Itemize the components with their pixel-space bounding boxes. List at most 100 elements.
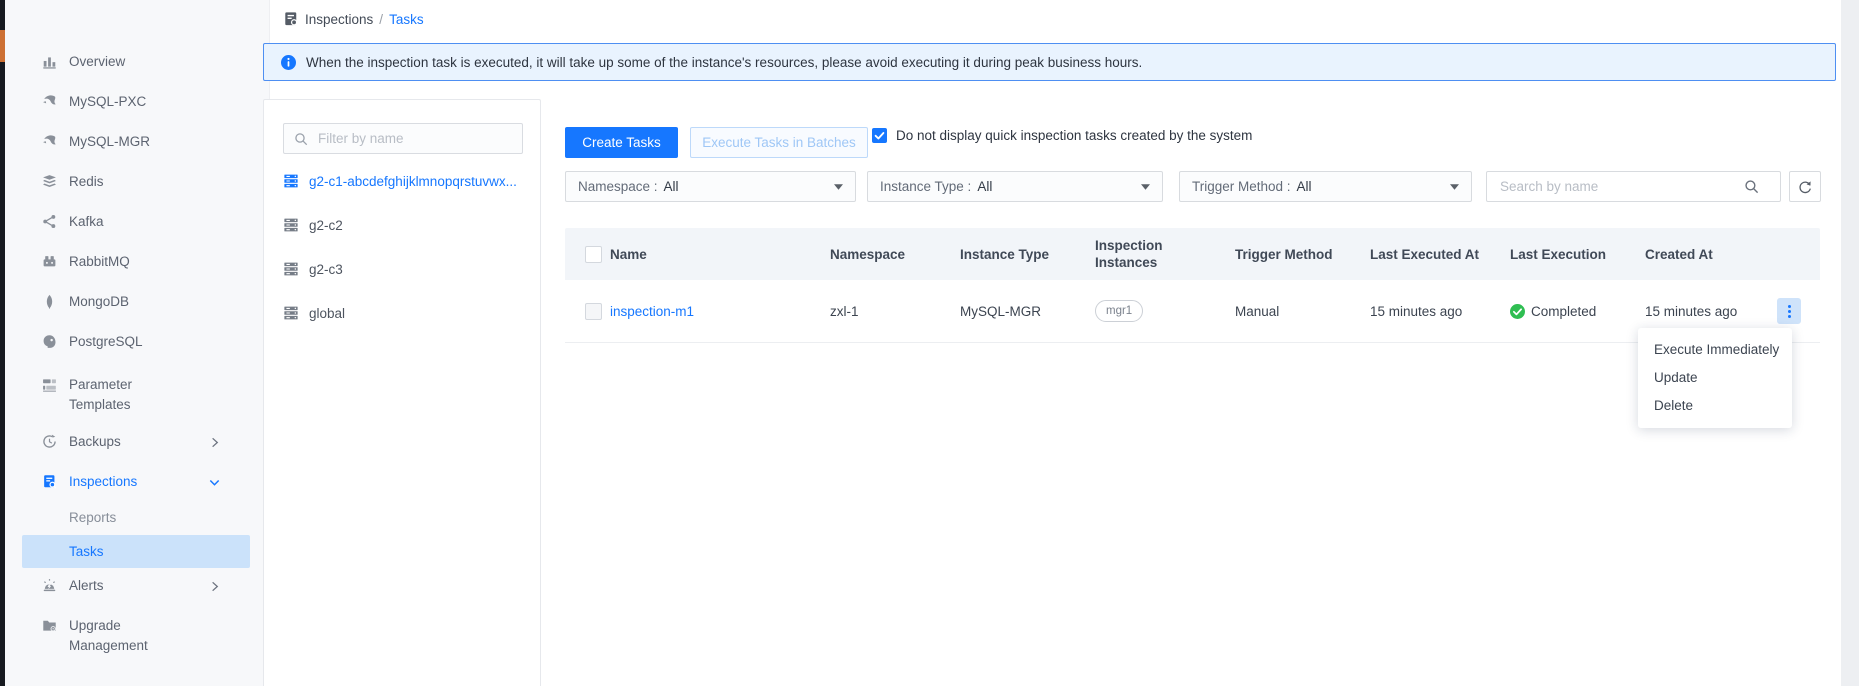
breadcrumb-separator: / [379,12,383,27]
cluster-panel: g2-c1-abcdefghijklmnopqrstuvwx... g2-c2 … [263,99,541,686]
task-last-execution-status: Completed [1510,304,1645,319]
task-instance-type: MySQL-MGR [960,304,1095,319]
page: { "colors": { "accent": "#1677ff", "succ… [0,0,1859,686]
select-all-checkbox[interactable] [585,246,602,263]
trigger-method-filter-dropdown[interactable]: Trigger Method : All [1179,171,1472,202]
menu-item-delete[interactable]: Delete [1638,392,1792,420]
status-text: Completed [1531,304,1596,319]
chevron-down-icon [208,476,221,489]
sidebar-item-label: PostgreSQL [69,329,177,352]
sidebar-item-label: Overview [69,49,177,72]
alarm-icon [42,578,58,594]
menu-item-update[interactable]: Update [1638,364,1792,392]
sidebar-item-postgresql[interactable]: PostgreSQL [5,329,269,355]
task-last-executed-at: 15 minutes ago [1370,304,1510,319]
namespace-filter-label: Namespace : [578,179,658,194]
check-icon [873,129,886,142]
instance-type-filter-label: Instance Type : [880,179,971,194]
namespace-filter-dropdown[interactable]: Namespace : All [565,171,856,202]
caret-down-icon [1450,184,1459,190]
hide-quick-tasks-checkbox[interactable] [872,128,887,143]
sidebar-item-alerts[interactable]: Alerts [5,573,269,599]
sidebar-item-rabbitmq[interactable]: RabbitMQ [5,249,269,275]
sidebar-item-mysql-mgr[interactable]: MySQL-MGR [5,129,269,155]
sidebar-item-label: Alerts [69,573,177,596]
task-name-link[interactable]: inspection-m1 [610,304,830,319]
sidebar-item-parameter-templates[interactable]: Parameter Templates [5,372,269,416]
column-header-name: Name [610,246,830,263]
trigger-method-filter-value: All [1297,179,1312,194]
sidebar-item-label: Backups [69,429,177,452]
trigger-method-filter-label: Trigger Method : [1192,179,1291,194]
chevron-right-icon [208,580,221,593]
refresh-button[interactable] [1789,171,1821,202]
server-icon [283,261,299,277]
create-tasks-button[interactable]: Create Tasks [565,127,678,158]
network-nodes-icon [42,214,58,230]
layers-icon [42,174,58,190]
cluster-item-label: g2-c1-abcdefghijklmnopqrstuvwx... [309,174,517,189]
rabbit-icon [42,254,58,270]
cluster-item-label: g2-c2 [309,218,343,233]
inspection-doc-icon [283,11,299,27]
elephant-icon [42,334,58,350]
dot [1788,310,1791,313]
column-header-instance-type: Instance Type [960,246,1095,263]
task-namespace: zxl-1 [830,304,960,319]
sidebar-item-inspections[interactable]: Inspections [5,469,269,495]
folder-gear-icon [42,618,58,634]
sidebar-item-upgrade-management[interactable]: Upgrade Management [5,613,269,657]
sidebar: Overview MySQL-PXC MySQL-MGR Redis Kafka… [5,0,270,686]
row-actions-button[interactable] [1777,298,1801,324]
table-header-row: Name Namespace Instance Type Inspection … [565,228,1820,280]
search-by-name-box [1486,171,1781,202]
cluster-item-g2-c3[interactable]: g2-c3 [264,254,540,284]
instance-type-filter-dropdown[interactable]: Instance Type : All [867,171,1163,202]
scrollbar-track[interactable] [1841,0,1859,686]
sidebar-item-mongodb[interactable]: MongoDB [5,289,269,315]
chevron-right-icon [208,436,221,449]
dolphin-icon [42,94,58,110]
sliders-icon [42,377,58,393]
inspection-instance-tag: mgr1 [1095,300,1143,322]
info-banner-text: When the inspection task is executed, it… [306,55,1142,70]
sidebar-item-tasks[interactable]: Tasks [22,535,250,568]
breadcrumb-root[interactable]: Inspections [305,12,373,27]
server-icon [283,217,299,233]
sidebar-item-mysql-pxc[interactable]: MySQL-PXC [5,89,269,115]
dolphin-icon [42,134,58,150]
tasks-table: Name Namespace Instance Type Inspection … [565,228,1820,343]
column-header-last-execution: Last Execution [1510,246,1645,263]
sidebar-item-label: Kafka [69,209,177,232]
column-header-namespace: Namespace [830,246,960,263]
search-by-name-input[interactable] [1498,178,1742,195]
search-icon[interactable] [1744,179,1759,194]
cluster-item-g2-c1[interactable]: g2-c1-abcdefghijklmnopqrstuvwx... [264,166,540,196]
sidebar-item-reports[interactable]: Reports [5,505,269,531]
sidebar-item-label: MySQL-MGR [69,129,177,152]
refresh-icon [1798,180,1812,194]
row-checkbox[interactable] [585,303,602,320]
cluster-item-global[interactable]: global [264,298,540,328]
instance-type-filter-value: All [977,179,992,194]
dot [1788,305,1791,308]
breadcrumb: Inspections / Tasks [283,11,424,27]
table-row: inspection-m1 zxl-1 MySQL-MGR mgr1 Manua… [565,280,1820,343]
sidebar-item-label: Parameter Templates [69,372,177,415]
caret-down-icon [834,184,843,190]
cluster-item-label: g2-c3 [309,262,343,277]
sidebar-item-overview[interactable]: Overview [5,49,269,75]
cluster-item-g2-c2[interactable]: g2-c2 [264,210,540,240]
sidebar-item-label: Inspections [69,469,177,492]
execute-tasks-in-batches-button[interactable]: Execute Tasks in Batches [690,127,868,158]
menu-item-execute-immediately[interactable]: Execute Immediately [1638,336,1792,364]
caret-down-icon [1141,184,1150,190]
row-actions-menu: Execute Immediately Update Delete [1638,328,1792,428]
namespace-filter-value: All [664,179,679,194]
cluster-filter-input[interactable] [316,130,510,147]
search-icon [294,132,308,146]
sidebar-item-backups[interactable]: Backups [5,429,269,455]
sidebar-item-kafka[interactable]: Kafka [5,209,269,235]
sidebar-item-redis[interactable]: Redis [5,169,269,195]
column-header-last-executed-at: Last Executed At [1370,246,1510,263]
